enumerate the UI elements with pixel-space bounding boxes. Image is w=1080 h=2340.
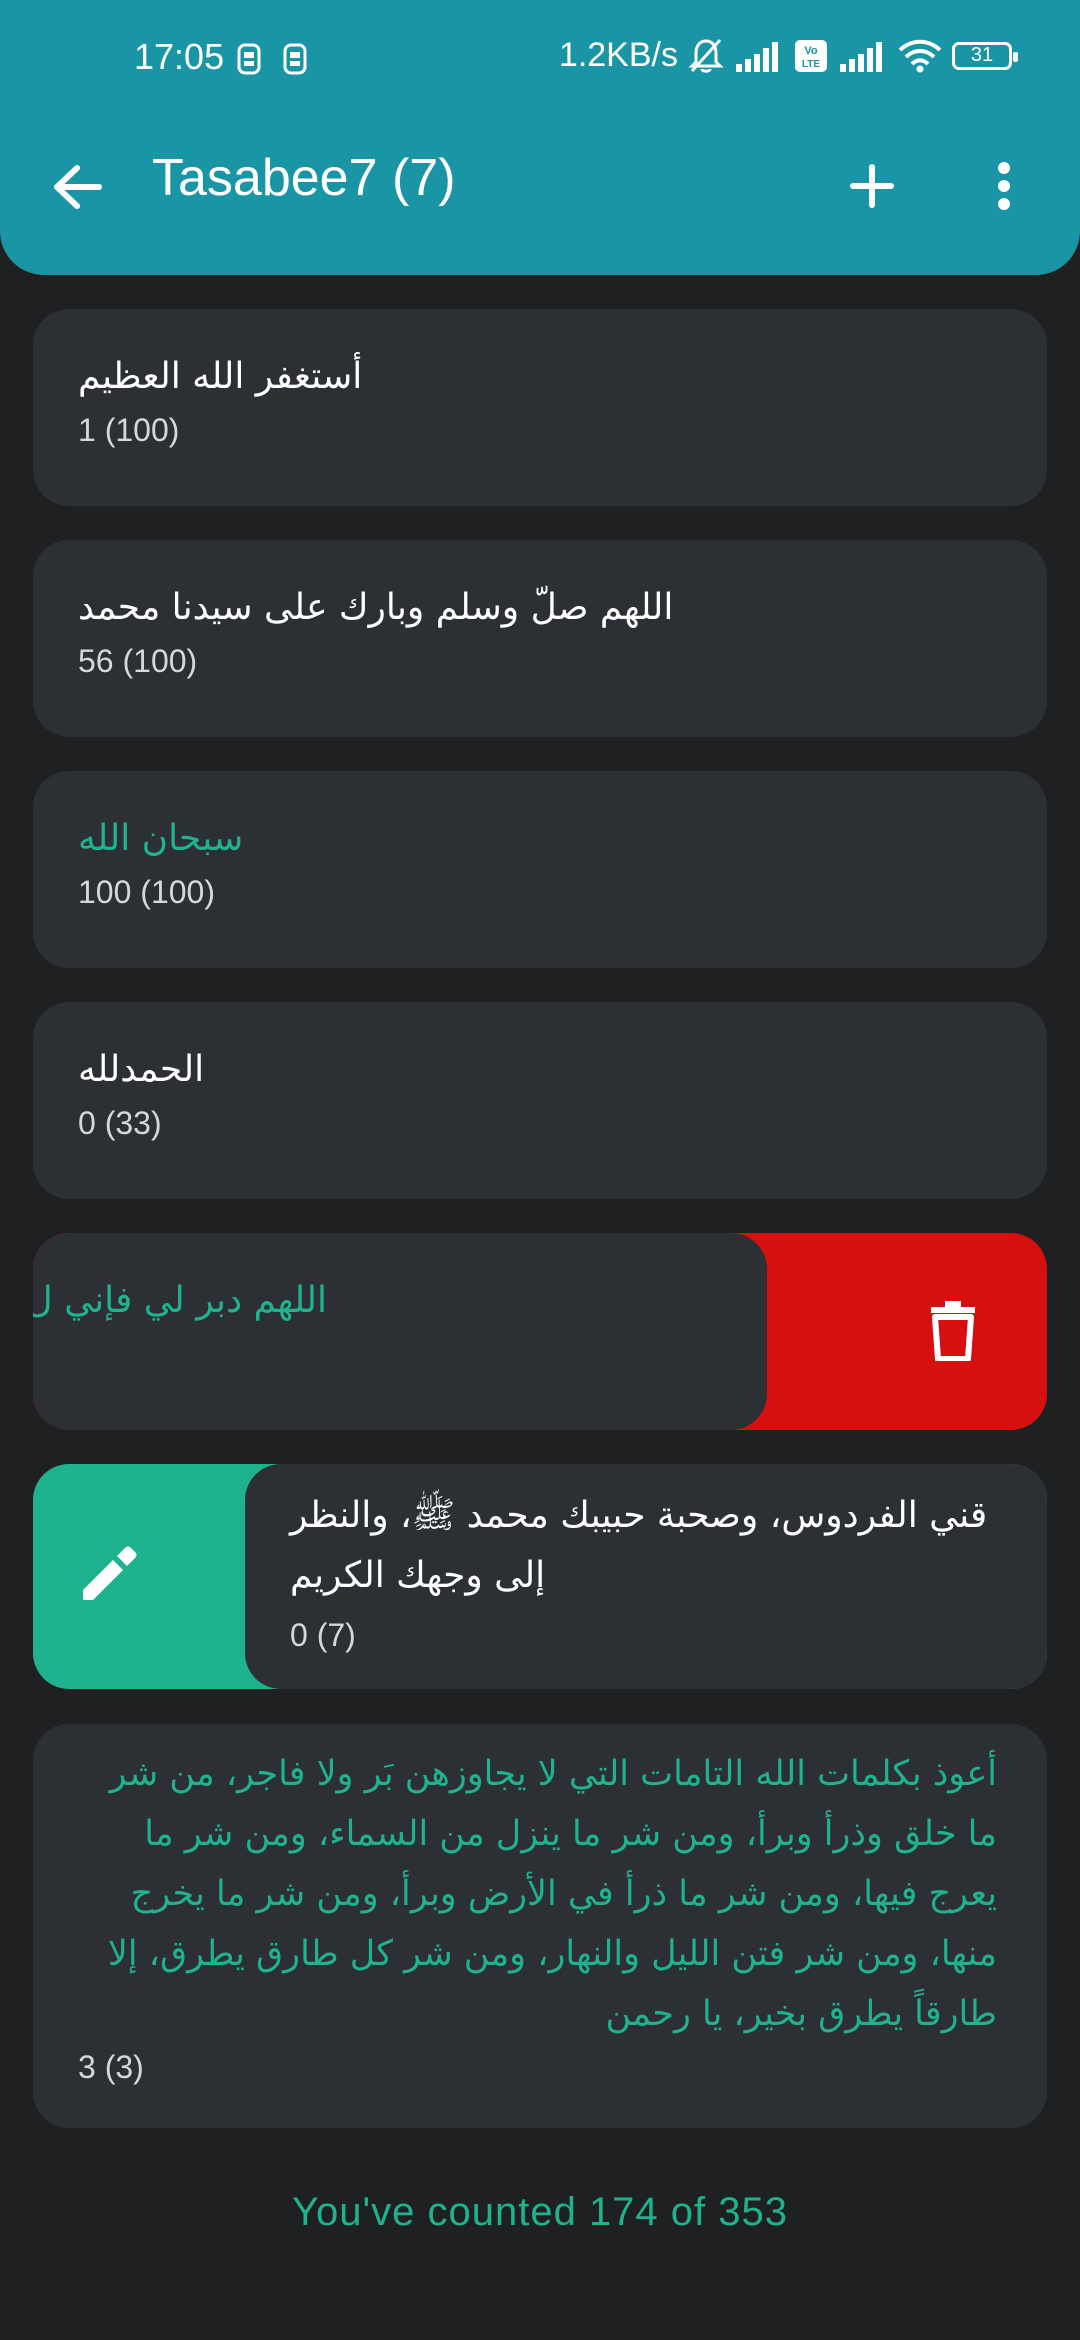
item-count: 1 (100) <box>78 412 180 448</box>
svg-text:Vo: Vo <box>804 45 818 57</box>
add-button[interactable] <box>838 152 906 220</box>
app-bar: 17:05 1.2KB/s Vo LTE 31 Tasabee7 (7) <box>0 0 1080 275</box>
swiped-card[interactable]: اللهم دبر لي فإني ل <box>33 1233 767 1430</box>
list-item[interactable]: الحمدلله 0 (33) <box>33 1002 1047 1199</box>
item-count: 100 (100) <box>78 874 215 910</box>
item-count: 0 (7) <box>290 1617 356 1653</box>
item-title: سبحان الله <box>78 818 244 859</box>
sim-icon <box>283 43 307 75</box>
status-time: 17:05 <box>134 36 225 77</box>
battery-level: 31 <box>970 44 994 66</box>
signal-icon <box>840 41 882 72</box>
item-title: الحمدلله <box>78 1049 205 1090</box>
list-item[interactable]: سبحان الله 100 (100) <box>33 771 1047 968</box>
sim-icon <box>237 43 261 75</box>
list-item[interactable]: أستغفر الله العظيم 1 (100) <box>33 309 1047 506</box>
svg-text:LTE: LTE <box>802 59 820 70</box>
pencil-icon <box>83 1546 137 1600</box>
more-vert-icon <box>998 162 1010 210</box>
status-right: 1.2KB/s Vo LTE 31 <box>558 36 1018 75</box>
more-options-button[interactable] <box>970 152 1038 220</box>
item-count: 0 (33) <box>78 1105 162 1141</box>
back-button[interactable] <box>46 155 110 219</box>
item-title: أستغفر الله العظيم <box>78 356 363 397</box>
total-counter-summary: You've counted 174 of 353 <box>291 2190 788 2234</box>
item-title: اللهم صلّ وسلم وبارك على سيدنا محمد <box>78 587 674 628</box>
list-item[interactable]: أعوذ بكلمات الله التامات التي لا يجاوزهن… <box>33 1724 1047 2128</box>
arrow-back-icon <box>54 165 102 209</box>
plus-icon <box>850 164 894 208</box>
status-bar: 17:05 1.2KB/s Vo LTE 31 <box>0 0 1080 118</box>
list-item[interactable]: اللهم صلّ وسلم وبارك على سيدنا محمد 56 (… <box>33 540 1047 737</box>
list-item-swipe-delete[interactable]: اللهم دبر لي فإني ل <box>33 1233 1047 1430</box>
volte-icon: Vo LTE <box>795 39 827 72</box>
wifi-icon <box>898 39 942 72</box>
muted-bell-icon <box>688 38 724 73</box>
item-title: اللهم دبر لي فإني ل <box>33 1280 327 1321</box>
item-count: 56 (100) <box>78 643 198 679</box>
battery-icon: 31 <box>952 41 1018 70</box>
page-title: Tasabee7 (7) <box>152 149 456 207</box>
network-speed: 1.2KB/s <box>558 36 678 74</box>
item-count: 3 (3) <box>78 2049 144 2085</box>
status-left-icons <box>236 42 308 76</box>
swiped-card[interactable]: قني الفردوس، وصحبة حبيبك محمد ﷺ، والنظر … <box>245 1464 1047 1689</box>
trash-icon <box>931 1301 975 1361</box>
item-title-line2: إلى وجهك الكريم <box>290 1555 546 1596</box>
list-item-swipe-edit[interactable]: قني الفردوس، وصحبة حبيبك محمد ﷺ، والنظر … <box>33 1464 1047 1689</box>
item-title-line1: قني الفردوس، وصحبة حبيبك محمد ﷺ، والنظر <box>290 1495 988 1536</box>
signal-icon <box>736 41 778 72</box>
item-title: أعوذ بكلمات الله التامات التي لا يجاوزهن… <box>107 1754 997 2034</box>
